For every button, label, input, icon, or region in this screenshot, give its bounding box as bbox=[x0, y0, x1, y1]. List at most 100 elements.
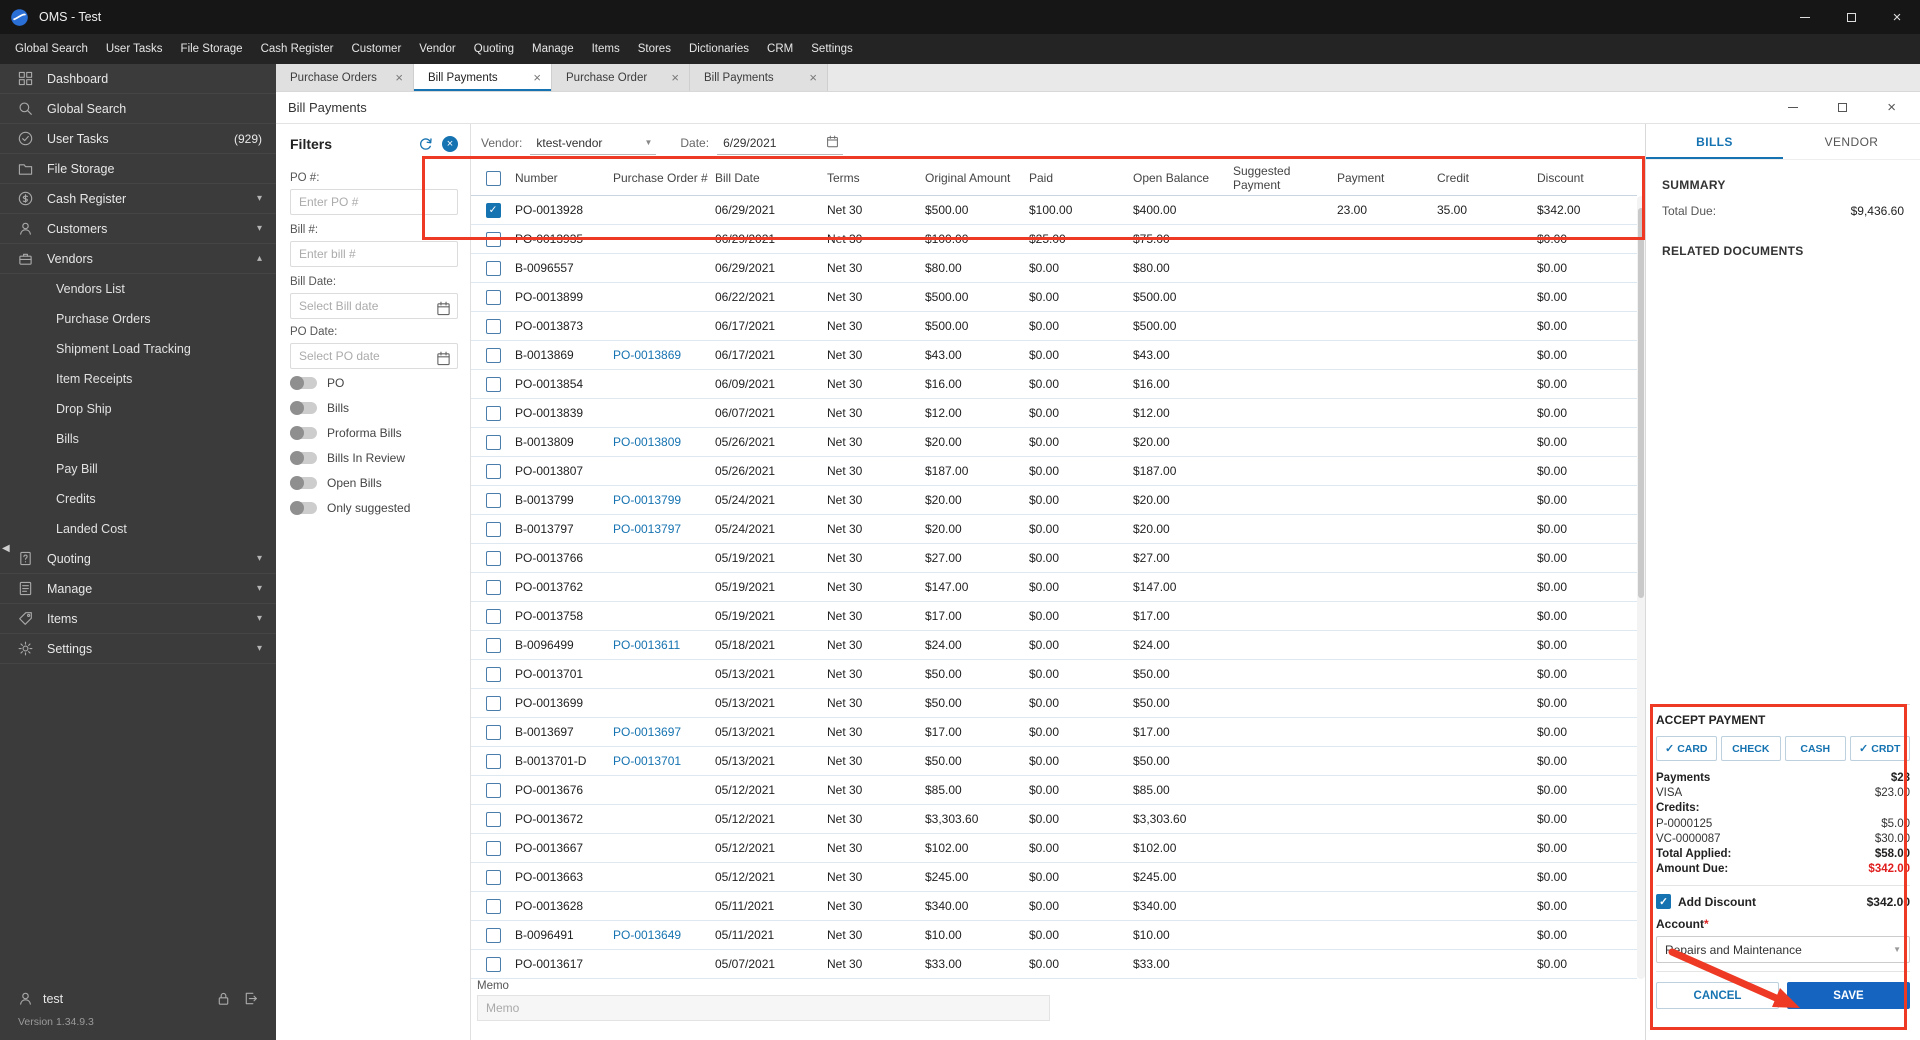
sidebar-item-pay-bill[interactable]: Pay Bill bbox=[0, 454, 276, 484]
column-header-open-balance[interactable]: Open Balance bbox=[1133, 172, 1233, 186]
cancel-button[interactable]: CANCEL bbox=[1656, 982, 1779, 1010]
tab-bills[interactable]: BILLS bbox=[1646, 124, 1783, 159]
restore-button[interactable] bbox=[1828, 0, 1874, 34]
calendar-icon[interactable] bbox=[436, 351, 451, 366]
toggle-switch[interactable] bbox=[290, 425, 317, 440]
row-checkbox[interactable] bbox=[485, 753, 501, 769]
row-checkbox[interactable] bbox=[485, 956, 501, 972]
table-row[interactable]: B-0013797 PO-0013797 05/24/2021 Net 30 $20.0… bbox=[471, 515, 1637, 544]
table-scrollbar[interactable] bbox=[1637, 196, 1645, 979]
sidebar-item-shipment-load-tracking[interactable]: Shipment Load Tracking bbox=[0, 334, 276, 364]
sidebar-item-global-search[interactable]: Global Search bbox=[0, 94, 276, 124]
column-header-credit[interactable]: Credit bbox=[1437, 172, 1537, 186]
po-number-input[interactable] bbox=[290, 189, 458, 215]
column-header-payment[interactable]: Payment bbox=[1337, 172, 1437, 186]
row-checkbox[interactable] bbox=[485, 840, 501, 856]
bill-date-input[interactable] bbox=[290, 293, 458, 319]
lock-icon[interactable] bbox=[216, 991, 231, 1006]
sidebar-item-vendors-list[interactable]: Vendors List bbox=[0, 274, 276, 304]
table-row[interactable]: PO-0013854 06/09/2021 Net 30 $16.00 $0.00 $16… bbox=[471, 370, 1637, 399]
menu-item-items[interactable]: Items bbox=[583, 38, 629, 60]
sidebar-item-bills[interactable]: Bills bbox=[0, 424, 276, 454]
row-checkbox[interactable] bbox=[485, 869, 501, 885]
toggle-switch[interactable] bbox=[290, 400, 317, 415]
table-row[interactable]: B-0013809 PO-0013809 05/26/2021 Net 30 $20.0… bbox=[471, 428, 1637, 457]
menu-item-quoting[interactable]: Quoting bbox=[465, 38, 523, 60]
sidebar-item-dashboard[interactable]: Dashboard bbox=[0, 64, 276, 94]
sidebar-item-purchase-orders[interactable]: Purchase Orders bbox=[0, 304, 276, 334]
cell-payment[interactable]: 23.00 bbox=[1337, 203, 1437, 217]
payment-date-input[interactable]: 6/29/2021 bbox=[717, 131, 844, 155]
table-row[interactable]: B-0013869 PO-0013869 06/17/2021 Net 30 $43.0… bbox=[471, 341, 1637, 370]
menu-item-manage[interactable]: Manage bbox=[523, 38, 583, 60]
scrollbar-thumb[interactable] bbox=[1638, 208, 1644, 598]
column-header-paid[interactable]: Paid bbox=[1029, 172, 1133, 186]
table-row[interactable]: PO-0013672 05/12/2021 Net 30 $3,303.60 $0.00… bbox=[471, 805, 1637, 834]
sidebar-item-landed-cost[interactable]: Landed Cost bbox=[0, 514, 276, 544]
clear-filters-icon[interactable]: × bbox=[442, 136, 458, 152]
table-row[interactable]: B-0096491 PO-0013649 05/11/2021 Net 30 $10.0… bbox=[471, 921, 1637, 950]
select-all-checkbox[interactable] bbox=[485, 171, 501, 186]
table-row[interactable]: B-0096499 PO-0013611 05/18/2021 Net 30 $24.0… bbox=[471, 631, 1637, 660]
row-checkbox[interactable] bbox=[485, 927, 501, 943]
table-row[interactable]: PO-0013758 05/19/2021 Net 30 $17.00 $0.00 $17… bbox=[471, 602, 1637, 631]
sidebar-item-items[interactable]: Items ▾ bbox=[0, 604, 276, 634]
filter-toggle-open-bills[interactable]: Open Bills bbox=[290, 470, 462, 495]
vendor-select[interactable]: ktest-vendor ▼ bbox=[530, 131, 657, 155]
column-header-purchase-order[interactable]: Purchase Order # bbox=[613, 172, 715, 186]
column-header-number[interactable]: Number bbox=[515, 172, 613, 186]
tab-bill-payments-1[interactable]: Bill Payments × bbox=[414, 64, 552, 91]
table-row[interactable]: PO-0013676 05/12/2021 Net 30 $85.00 $0.00 $85… bbox=[471, 776, 1637, 805]
row-checkbox[interactable] bbox=[485, 608, 501, 624]
column-header-bill-date[interactable]: Bill Date bbox=[715, 172, 827, 186]
tab-bill-payments-3[interactable]: Bill Payments × bbox=[690, 64, 828, 91]
sidebar-item-customers[interactable]: Customers ▾ bbox=[0, 214, 276, 244]
cell-po-link[interactable]: PO-0013869 bbox=[613, 348, 715, 362]
row-checkbox[interactable] bbox=[485, 637, 501, 653]
row-checkbox[interactable] bbox=[485, 521, 501, 537]
sidebar-item-item-receipts[interactable]: Item Receipts bbox=[0, 364, 276, 394]
row-checkbox[interactable] bbox=[485, 724, 501, 740]
payment-method-crdt[interactable]: ✓ CRDT bbox=[1849, 736, 1910, 761]
logout-icon[interactable] bbox=[243, 991, 258, 1006]
row-checkbox[interactable] bbox=[485, 782, 501, 798]
tab-close-icon[interactable]: × bbox=[533, 70, 541, 85]
tab-purchase-orders-0[interactable]: Purchase Orders × bbox=[276, 64, 414, 91]
table-row[interactable]: B-0013701-D PO-0013701 05/13/2021 Net 30 $50… bbox=[471, 747, 1637, 776]
table-row[interactable]: PO-0013935 06/29/2021 Net 30 $100.00 $25.00 $… bbox=[471, 225, 1637, 254]
column-header-terms[interactable]: Terms bbox=[827, 172, 925, 186]
cell-po-link[interactable]: PO-0013797 bbox=[613, 522, 715, 536]
cell-po-link[interactable]: PO-0013697 bbox=[613, 725, 715, 739]
table-row[interactable]: PO-0013839 06/07/2021 Net 30 $12.00 $0.00 $12… bbox=[471, 399, 1637, 428]
row-checkbox[interactable] bbox=[485, 376, 501, 392]
tab-close-icon[interactable]: × bbox=[671, 70, 679, 85]
sidebar-item-quoting[interactable]: Quoting ▾ bbox=[0, 544, 276, 574]
calendar-icon[interactable] bbox=[436, 301, 451, 316]
sidebar-item-user-tasks[interactable]: User Tasks (929) bbox=[0, 124, 276, 154]
table-row[interactable]: B-0013799 PO-0013799 05/24/2021 Net 30 $20.0… bbox=[471, 486, 1637, 515]
menu-item-dictionaries[interactable]: Dictionaries bbox=[680, 38, 758, 60]
toggle-switch[interactable] bbox=[290, 500, 317, 515]
menu-item-user-tasks[interactable]: User Tasks bbox=[97, 38, 172, 60]
row-checkbox[interactable] bbox=[485, 579, 501, 595]
table-row[interactable]: PO-0013699 05/13/2021 Net 30 $50.00 $0.00 $50… bbox=[471, 689, 1637, 718]
table-row[interactable]: PO-0013766 05/19/2021 Net 30 $27.00 $0.00 $27… bbox=[471, 544, 1637, 573]
refresh-icon[interactable] bbox=[418, 137, 433, 152]
menu-item-settings[interactable]: Settings bbox=[802, 38, 862, 60]
sidebar-item-cash-register[interactable]: Cash Register ▾ bbox=[0, 184, 276, 214]
sidebar-item-manage[interactable]: Manage ▾ bbox=[0, 574, 276, 604]
add-discount-checkbox[interactable]: ✓ bbox=[1656, 894, 1671, 910]
row-checkbox[interactable]: ✓ bbox=[485, 202, 501, 218]
sidebar-item-drop-ship[interactable]: Drop Ship bbox=[0, 394, 276, 424]
table-row[interactable]: B-0013697 PO-0013697 05/13/2021 Net 30 $17.0… bbox=[471, 718, 1637, 747]
save-button[interactable]: SAVE bbox=[1787, 982, 1910, 1010]
menu-item-stores[interactable]: Stores bbox=[629, 38, 680, 60]
table-row[interactable]: PO-0013807 05/26/2021 Net 30 $187.00 $0.00 $1… bbox=[471, 457, 1637, 486]
tab-close-icon[interactable]: × bbox=[809, 70, 817, 85]
table-row[interactable]: PO-0013762 05/19/2021 Net 30 $147.00 $0.00 $1… bbox=[471, 573, 1637, 602]
filter-toggle-bills[interactable]: Bills bbox=[290, 395, 462, 420]
table-row[interactable]: PO-0013663 05/12/2021 Net 30 $245.00 $0.00 $2… bbox=[471, 863, 1637, 892]
row-checkbox[interactable] bbox=[485, 898, 501, 914]
menu-item-file-storage[interactable]: File Storage bbox=[172, 38, 252, 60]
payment-method-card[interactable]: ✓ CARD bbox=[1656, 736, 1717, 761]
